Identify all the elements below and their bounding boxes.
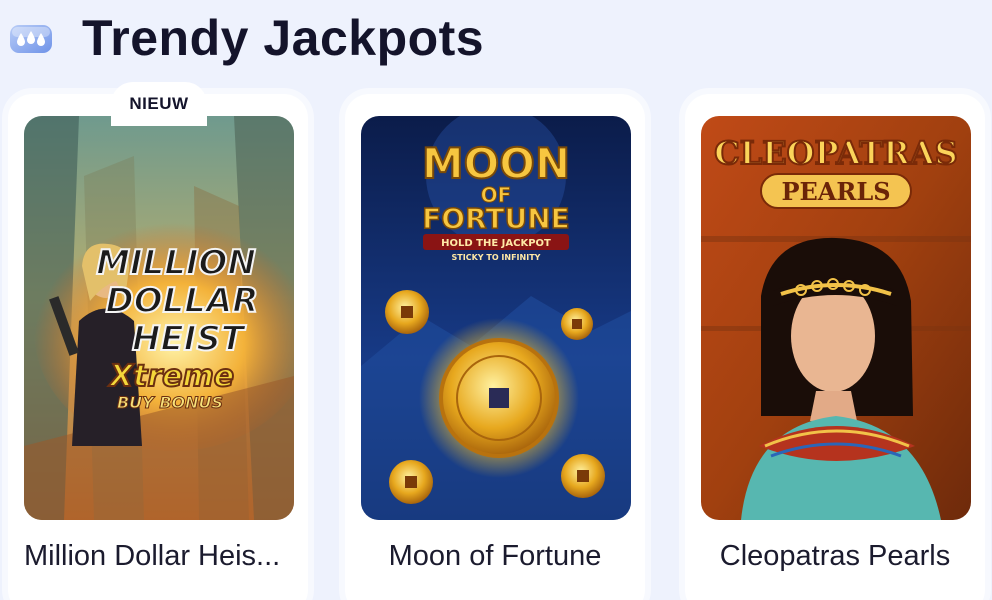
art-line3: HEIST	[132, 319, 247, 359]
new-badge: NIEUW	[111, 82, 207, 126]
art-line5: STICKY TO INFINITY	[452, 253, 541, 262]
jackpots-section: Trendy Jackpots NIEUW MILLION DOLLAR HEI…	[0, 0, 992, 600]
art-line1: MILLION	[96, 243, 256, 283]
moon-of-fortune-artwork: MOON OF FORTUNE HOLD THE JACKPOT STICKY …	[361, 116, 631, 520]
cleopatras-pearls-artwork: CLEOPATRAS PEARLS	[701, 116, 971, 520]
art-line4: HOLD THE JACKPOT	[441, 238, 551, 249]
game-name[interactable]: Moon of Fortune	[345, 540, 645, 573]
game-name[interactable]: Cleopatras Pearls	[685, 540, 985, 573]
million-dollar-heist-artwork: MILLION DOLLAR HEIST Xtreme BUY BONUS	[24, 116, 294, 520]
section-title: Trendy Jackpots	[82, 10, 485, 66]
game-thumbnail[interactable]: MILLION DOLLAR HEIST Xtreme BUY BONUS	[24, 116, 294, 520]
art-line3: FORTUNE	[422, 202, 570, 235]
game-card-moon-of-fortune[interactable]: MOON OF FORTUNE HOLD THE JACKPOT STICKY …	[345, 94, 645, 600]
art-line4: Xtreme	[108, 359, 234, 394]
game-cards-row: NIEUW MILLION DOLLAR HEIST Xtreme BUY BO…	[0, 82, 992, 600]
art-line1: CLEOPATRAS	[714, 134, 957, 172]
water-drops-icon	[10, 25, 52, 53]
section-header: Trendy Jackpots	[8, 6, 484, 70]
art-line2: DOLLAR	[106, 281, 259, 321]
art-line2: PEARLS	[781, 177, 890, 206]
game-thumbnail[interactable]: MOON OF FORTUNE HOLD THE JACKPOT STICKY …	[361, 116, 631, 520]
game-card-million-dollar-heist[interactable]: NIEUW MILLION DOLLAR HEIST Xtreme BUY BO…	[8, 82, 308, 600]
game-thumbnail[interactable]: CLEOPATRAS PEARLS	[701, 116, 971, 520]
art-line5: BUY BONUS	[117, 393, 223, 412]
art-line1: MOON	[422, 139, 570, 188]
game-name[interactable]: Million Dollar Heis...	[8, 540, 308, 573]
game-card-cleopatras-pearls[interactable]: CLEOPATRAS PEARLS Cleopatras Pearls	[685, 94, 985, 600]
